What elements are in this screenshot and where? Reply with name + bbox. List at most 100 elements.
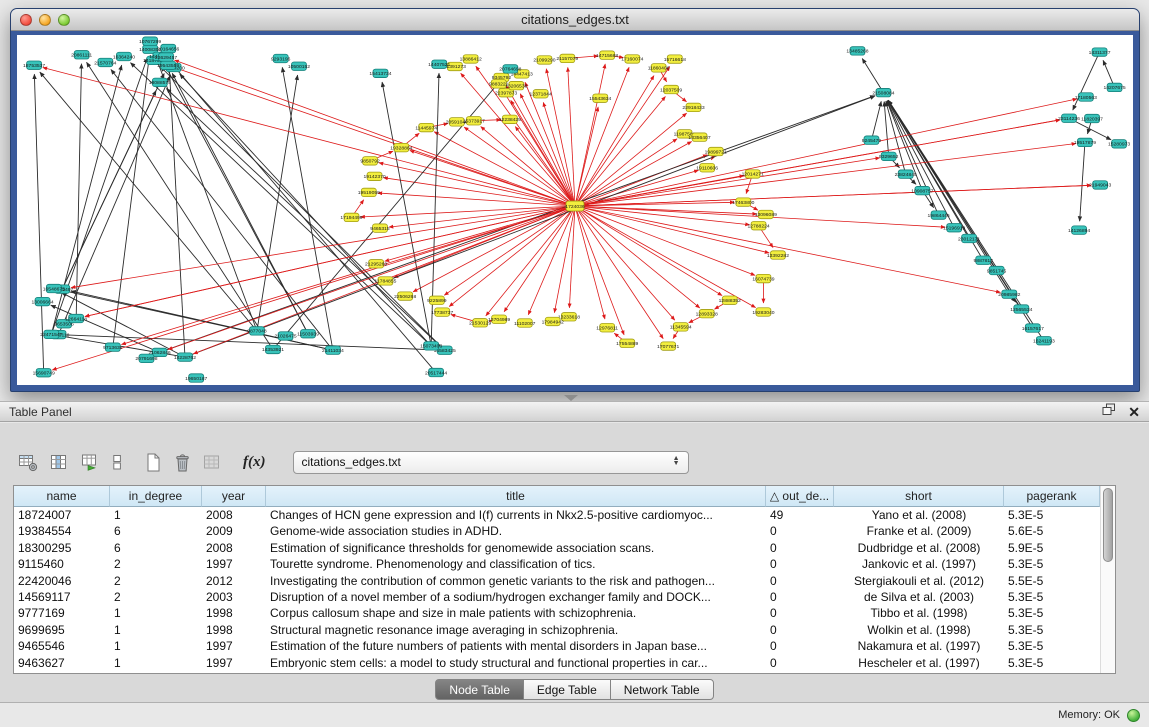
svg-text:14126894: 14126894 [1068,228,1090,234]
cell-in_degree: 1 [110,507,202,523]
window-titlebar[interactable]: citations_edges.txt [11,9,1139,31]
row-mode-icon[interactable] [109,451,125,474]
show-columns-icon[interactable] [47,451,71,474]
svg-text:10767299: 10767299 [139,39,161,45]
cell-out_degree: 0 [766,573,834,589]
table-row[interactable]: 1830029562008Estimation of significance … [14,540,1100,556]
svg-text:9245479: 9245479 [862,138,882,144]
table-row[interactable]: 911546021997Tourette syndrome. Phenomeno… [14,556,1100,572]
table-body: 1872400712008Changes of HCN gene express… [14,507,1100,671]
delete-column-icon[interactable] [171,450,193,475]
svg-text:11860406: 11860406 [648,66,670,72]
column-header-out_degree[interactable]: △ out_de... [766,486,834,507]
svg-text:9851745: 9851745 [987,268,1007,274]
table-row[interactable]: 946554611997Estimation of the future num… [14,638,1100,654]
cell-name: 9699695 [14,622,110,638]
column-header-in_degree[interactable]: in_degree [110,486,202,507]
cell-title: Structural magnetic resonance image aver… [266,622,766,638]
table-row[interactable]: 2242004622012Investigating the contribut… [14,573,1100,589]
cell-name: 19384554 [14,523,110,539]
scrollbar-thumb[interactable] [1103,488,1113,562]
svg-text:12037509: 12037509 [660,87,682,93]
zoom-window-button[interactable] [58,14,70,26]
close-window-button[interactable] [20,14,32,26]
svg-text:17160074: 17160074 [621,57,643,63]
column-header-name[interactable]: name [14,486,110,507]
svg-text:13006664: 13006664 [31,299,53,305]
tab-edge-table[interactable]: Edge Table [523,679,611,700]
cell-pagerank: 5.5E-5 [1004,573,1100,589]
cell-short: Dudbridge et al. (2008) [834,540,1004,556]
cell-name: 22420046 [14,573,110,589]
svg-text:15280973: 15280973 [1108,142,1130,148]
status-bar: Memory: OK [0,703,1149,727]
minimize-window-button[interactable] [39,14,51,26]
svg-text:12976811: 12976811 [596,326,618,332]
network-canvas-frame: 1724036211570791471568817160074118604061… [17,35,1133,385]
cell-name: 18724007 [14,507,110,523]
column-header-title[interactable]: title [266,486,766,507]
svg-text:19899721: 19899721 [705,149,727,155]
select-arrows-icon: ▲▼ [673,457,680,467]
table-scrollbar[interactable] [1100,486,1115,673]
svg-text:19543559: 19543559 [157,63,179,69]
svg-text:22397873: 22397873 [495,91,517,97]
cell-pagerank: 5.3E-5 [1004,638,1100,654]
svg-text:16157617: 16157617 [1022,326,1044,332]
svg-text:12565534: 12565534 [1010,307,1032,313]
cell-title: Disruption of a novel member of a sodium… [266,589,766,605]
import-table-icon[interactable] [78,451,102,474]
column-header-pagerank[interactable]: pagerank [1004,486,1100,507]
close-panel-icon[interactable]: ✕ [1128,405,1140,419]
svg-text:9713638: 9713638 [103,345,123,351]
svg-text:16548675: 16548675 [43,286,65,292]
column-header-short[interactable]: short [834,486,1004,507]
svg-text:9887813: 9887813 [974,258,994,264]
cell-out_degree: 0 [766,638,834,654]
table-panel-title: Table Panel [9,405,72,419]
svg-text:17738737: 17738737 [431,310,453,316]
function-builder-icon[interactable]: f(x) [241,452,268,473]
svg-text:10500152: 10500152 [288,64,310,70]
table-row[interactable]: 977716911998Corpus callosum shape and si… [14,605,1100,621]
svg-text:21099290: 21099290 [533,58,555,64]
svg-text:15373917: 15373917 [463,119,485,125]
column-header-year[interactable]: year [202,486,266,507]
svg-text:20164656: 20164656 [157,46,179,52]
table-row[interactable]: 969969511998Structural magnetic resonanc… [14,622,1100,638]
table-disabled-icon[interactable] [200,451,224,474]
table-row[interactable]: 1872400712008Changes of HCN gene express… [14,507,1100,523]
tab-node-table[interactable]: Node Table [435,679,524,700]
svg-text:17554889: 17554889 [616,341,638,347]
svg-text:20985982: 20985982 [998,292,1020,298]
svg-text:9293196: 9293196 [271,56,291,62]
svg-text:17194499: 17194499 [340,215,362,221]
tab-network-table[interactable]: Network Table [610,679,714,700]
table-mode-icon[interactable] [16,451,40,474]
cell-in_degree: 1 [110,622,202,638]
cell-name: 9465546 [14,638,110,654]
create-column-icon[interactable] [142,450,164,475]
network-canvas[interactable]: 1724036211570791471568817160074118604061… [17,35,1133,385]
table-row[interactable]: 1938455462009Genome-wide association stu… [14,523,1100,539]
cell-year: 1997 [202,655,266,671]
svg-text:15196919: 15196919 [943,225,965,231]
svg-text:13392282: 13392282 [767,253,789,259]
float-panel-icon[interactable] [1102,403,1116,421]
cell-out_degree: 0 [766,540,834,556]
svg-text:12788224: 12788224 [747,223,769,229]
table-select[interactable]: citations_edges.txt ▲▼ [293,451,689,474]
svg-text:9225899: 9225899 [427,298,447,304]
cell-out_degree: 0 [766,589,834,605]
svg-text:13356407: 13356407 [688,135,710,141]
table-row[interactable]: 946362711997Embryonic stem cells: a mode… [14,655,1100,671]
cell-in_degree: 1 [110,638,202,654]
svg-text:21949043: 21949043 [1089,183,1111,189]
svg-text:16241193: 16241193 [1033,339,1055,345]
table-row[interactable]: 1456911722003Disruption of a novel membe… [14,589,1100,605]
cell-short: Wolkin et al. (1998) [834,622,1004,638]
cell-out_degree: 0 [766,655,834,671]
svg-text:12893328: 12893328 [696,311,718,317]
svg-text:1724036: 1724036 [565,204,585,210]
cell-title: Investigating the contribution of common… [266,573,766,589]
